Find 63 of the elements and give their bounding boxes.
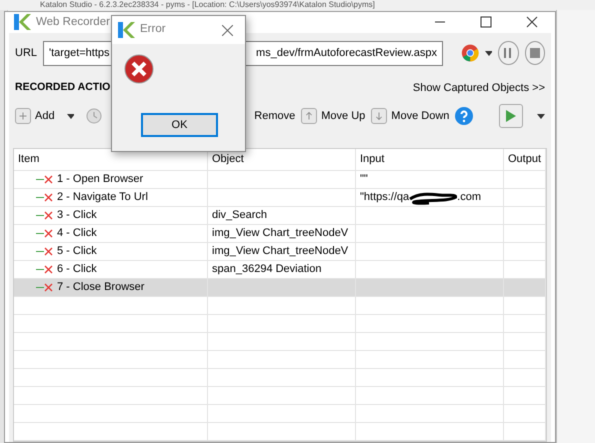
ok-button[interactable]: OK: [141, 113, 218, 137]
step-icon: [36, 229, 53, 238]
url-field[interactable]: ms_dev/frmAutoforecastReview.aspx: [243, 40, 444, 66]
move-down-button[interactable]: Move Down: [371, 108, 450, 124]
step-row[interactable]: 3 - Click div_Search: [14, 207, 546, 225]
step-row[interactable]: 1 - Open Browser "": [14, 171, 546, 189]
clock-icon[interactable]: [86, 108, 102, 124]
column-header[interactable]: Input: [360, 149, 384, 170]
show-captured-objects-link[interactable]: Show Captured Objects >>: [412, 80, 545, 96]
object-name: img_View Chart_treeNodeV: [212, 226, 348, 241]
move-up-button[interactable]: Move Up: [301, 108, 366, 124]
object-name: span_36294 Deviation: [212, 262, 322, 277]
stop-icon: [530, 48, 540, 58]
close-icon[interactable]: [222, 24, 233, 36]
step-icon: [36, 211, 53, 220]
caret-icon[interactable]: [537, 114, 546, 118]
url-label: URL: [15, 46, 38, 61]
input-value: "": [360, 172, 368, 187]
step-icon: [36, 175, 53, 184]
caret-icon[interactable]: [485, 50, 492, 56]
step-icon: [36, 283, 53, 292]
arrow-down-icon: [371, 108, 388, 124]
object-name: img_View Chart_treeNodeV: [212, 244, 348, 259]
step-icon: [36, 265, 53, 274]
url-field[interactable]: 'target=https: [43, 40, 112, 66]
add-button[interactable]: Add: [15, 108, 55, 124]
column-header[interactable]: Object: [212, 149, 244, 170]
step-name: 5 - Click: [57, 244, 97, 259]
step-row[interactable]: 2 - Navigate To Url "https://qa .com: [14, 189, 546, 207]
window-title: Web Recorder: [36, 14, 110, 30]
input-value: .com: [457, 190, 481, 205]
help-icon[interactable]: [455, 107, 474, 125]
step-name: 1 - Open Browser: [57, 172, 144, 187]
stop-button[interactable]: [524, 41, 545, 65]
dialog-title: Error: [140, 22, 166, 38]
remove-button[interactable]: Remove: [254, 108, 296, 124]
step-row[interactable]: 7 - Close Browser: [14, 279, 546, 297]
step-icon: [36, 247, 53, 256]
step-row[interactable]: 4 - Click img_View Chart_treeNodeV: [14, 225, 546, 243]
browser-icon[interactable]: [461, 42, 480, 64]
step-name: 4 - Click: [57, 226, 97, 241]
plus-icon: [15, 108, 31, 124]
arrow-up-icon: [301, 108, 318, 124]
caret-icon[interactable]: [66, 114, 74, 118]
app-logo-icon: [117, 21, 135, 39]
run-button[interactable]: [499, 104, 524, 128]
step-name: 3 - Click: [57, 208, 97, 223]
input-value: "https://qa: [360, 190, 410, 205]
step-name: 7 - Close Browser: [57, 280, 144, 295]
column-header[interactable]: Item: [18, 149, 40, 170]
app-logo-icon: [13, 13, 31, 32]
step-name: 6 - Click: [57, 262, 97, 277]
section-title: RECORDED ACTIO: [15, 80, 110, 95]
play-icon: [506, 110, 516, 122]
step-name: 2 - Navigate To Url: [57, 190, 148, 205]
column-header[interactable]: Output: [508, 149, 542, 170]
pause-button[interactable]: [498, 41, 519, 65]
object-name: div_Search: [212, 208, 268, 223]
pause-icon: [504, 48, 512, 58]
step-icon: [36, 193, 53, 202]
error-icon: [124, 54, 154, 84]
step-row[interactable]: 5 - Click img_View Chart_treeNodeV: [14, 243, 546, 261]
background-window-title: Katalon Studio - 6.2.3.2ec238334 - pyms - [Location: C:\Users\yos93974\Katalon Studio\pyms]: [40, 0, 375, 10]
